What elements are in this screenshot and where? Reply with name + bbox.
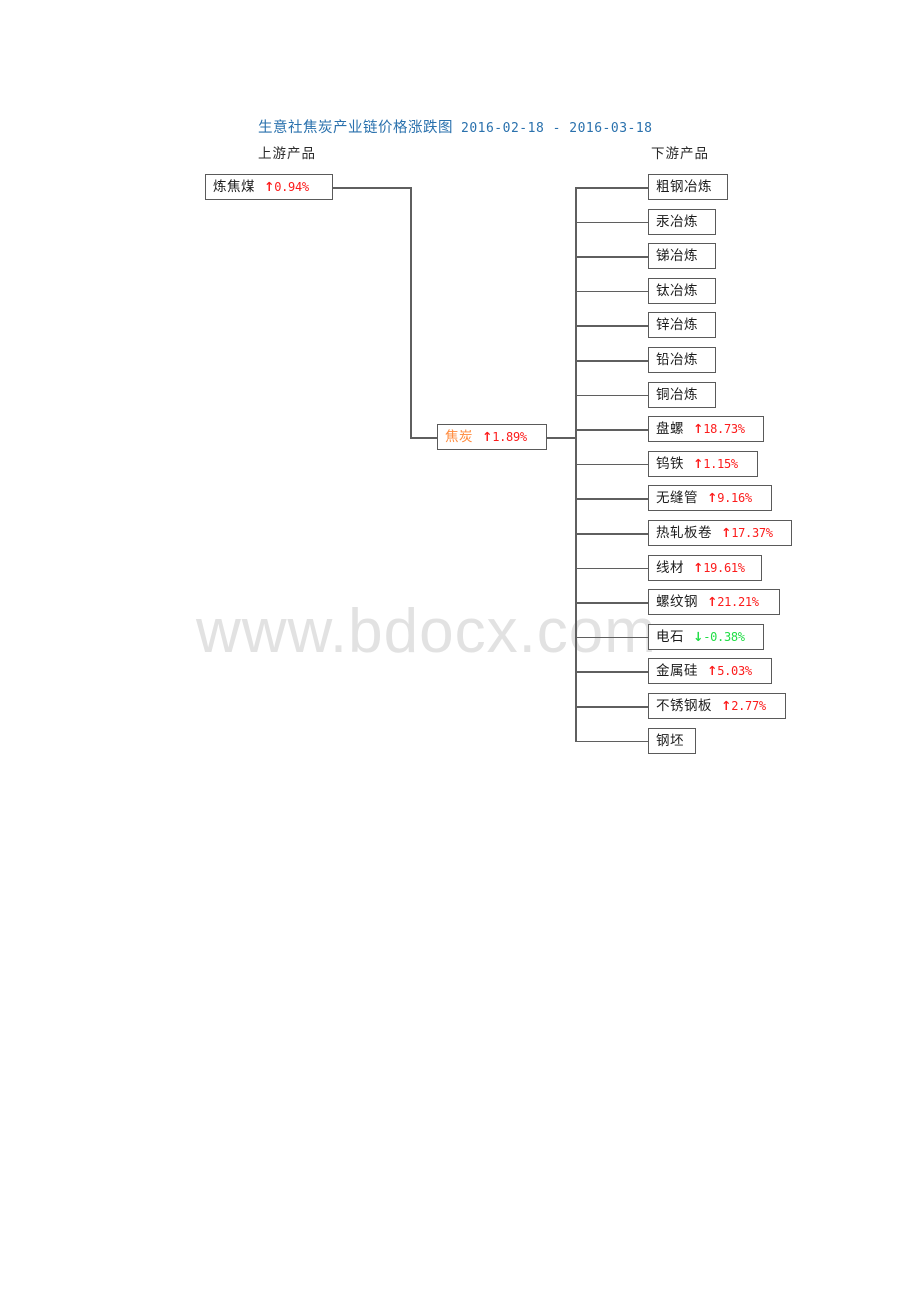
downstream-node-5[interactable]: 铅冶炼 (648, 347, 716, 373)
node-label: 铅冶炼 (656, 352, 698, 368)
line-branch-7 (575, 429, 648, 431)
node-label: 锌冶炼 (656, 317, 698, 334)
downstream-node-7[interactable]: 盘螺 ↑18.73% (648, 416, 764, 443)
node-label: 不锈钢板 (656, 698, 712, 714)
node-label: 无缝管 (656, 490, 698, 507)
arrow-up-icon: ↑ (721, 525, 732, 540)
line-branch-1 (575, 221, 648, 224)
line-upstream-v (410, 187, 412, 437)
node-label: 热轧板卷 (656, 525, 712, 541)
arrow-up-icon: ↑ (482, 429, 493, 444)
increase-value: ↑21.21% (707, 594, 759, 610)
line-upstream-h2 (410, 437, 437, 439)
downstream-node-1[interactable]: 汞冶炼 (648, 208, 716, 235)
increase-value: ↑18.73% (693, 421, 745, 437)
line-branch-4 (575, 325, 648, 327)
downstream-node-13[interactable]: 电石 ↓-0.38% (648, 623, 764, 650)
downstream-node-9[interactable]: 无缝管 ↑9.16% (648, 485, 772, 512)
arrow-up-icon: ↑ (693, 455, 704, 471)
arrow-up-icon: ↑ (693, 421, 704, 437)
line-branch-16 (575, 740, 648, 743)
arrow-up-icon: ↑ (721, 698, 732, 713)
node-label: 盘螺 (656, 421, 684, 438)
increase-value: ↑19.61% (693, 559, 745, 575)
downstream-node-16[interactable]: 钢坯 (648, 727, 696, 754)
line-branch-2 (575, 256, 648, 258)
node-label: 线材 (656, 559, 684, 576)
line-branch-9 (575, 498, 648, 500)
line-branch-14 (575, 671, 648, 673)
downstream-node-0[interactable]: 粗钢冶炼 (648, 174, 728, 200)
node-label: 铜冶炼 (656, 386, 698, 403)
arrow-up-icon: ↑ (707, 594, 718, 610)
line-branch-6 (575, 394, 648, 397)
increase-value: ↑17.37% (721, 525, 773, 540)
line-branch-10 (575, 533, 648, 535)
line-branch-3 (575, 290, 648, 293)
chart-date-range: 2016-02-18 - 2016-03-18 (461, 121, 653, 136)
line-branch-13 (575, 636, 648, 639)
node-label: 粗钢冶炼 (656, 179, 712, 195)
node-label: 锑冶炼 (656, 248, 698, 265)
arrow-up-icon: ↑ (707, 490, 718, 506)
upstream-node-0[interactable]: 炼焦煤 ↑0.94% (205, 174, 333, 200)
node-label: 炼焦煤 (213, 179, 255, 195)
node-label: 汞冶炼 (656, 213, 698, 230)
arrow-up-icon: ↑ (707, 663, 718, 679)
line-branch-0 (575, 187, 648, 189)
node-label: 螺纹钢 (656, 594, 698, 611)
downstream-node-14[interactable]: 金属硅 ↑5.03% (648, 658, 772, 685)
node-label: 钨铁 (656, 455, 684, 472)
diagram-canvas: www.bdocx.com 生意社焦炭产业链价格涨跌图 2016-02-18 - … (0, 0, 920, 1302)
downstream-node-2[interactable]: 锑冶炼 (648, 243, 716, 270)
column-header-downstream: 下游产品 (651, 146, 709, 162)
line-branch-5 (575, 360, 648, 362)
downstream-node-12[interactable]: 螺纹钢 ↑21.21% (648, 589, 780, 616)
increase-value: ↑9.16% (707, 490, 752, 506)
chart-title-text: 生意社焦炭产业链价格涨跌图 (258, 120, 453, 136)
downstream-node-6[interactable]: 铜冶炼 (648, 381, 716, 408)
line-branch-8 (575, 463, 648, 466)
decrease-value: ↓-0.38% (693, 628, 745, 644)
line-branch-12 (575, 602, 648, 604)
node-label: 电石 (656, 628, 684, 645)
downstream-node-4[interactable]: 锌冶炼 (648, 312, 716, 339)
node-label: 钛冶炼 (656, 282, 698, 299)
node-label: 焦炭 (445, 429, 473, 445)
increase-value: ↑1.15% (693, 455, 738, 471)
downstream-node-10[interactable]: 热轧板卷 ↑17.37% (648, 520, 792, 546)
line-branch-11 (575, 567, 648, 570)
chart-title: 生意社焦炭产业链价格涨跌图 2016-02-18 - 2016-03-18 (258, 116, 653, 137)
increase-value: ↑5.03% (707, 663, 752, 679)
increase-value: ↑2.77% (721, 698, 766, 713)
column-header-upstream: 上游产品 (258, 146, 316, 162)
center-node-coke[interactable]: 焦炭 ↑1.89% (437, 424, 547, 450)
downstream-node-8[interactable]: 钨铁 ↑1.15% (648, 450, 758, 477)
node-label: 钢坯 (656, 732, 684, 749)
line-branch-15 (575, 706, 648, 708)
arrow-up-icon: ↑ (693, 559, 704, 575)
downstream-node-11[interactable]: 线材 ↑19.61% (648, 554, 762, 581)
increase-value: ↑1.89% (482, 429, 527, 444)
arrow-up-icon: ↑ (264, 179, 275, 194)
line-center-to-spine (547, 437, 575, 439)
arrow-down-icon: ↓ (693, 628, 704, 644)
increase-value: ↑0.94% (264, 179, 309, 194)
downstream-node-3[interactable]: 钛冶炼 (648, 277, 716, 304)
downstream-node-15[interactable]: 不锈钢板 ↑2.77% (648, 693, 786, 719)
node-label: 金属硅 (656, 663, 698, 680)
line-upstream-h1 (333, 187, 410, 189)
